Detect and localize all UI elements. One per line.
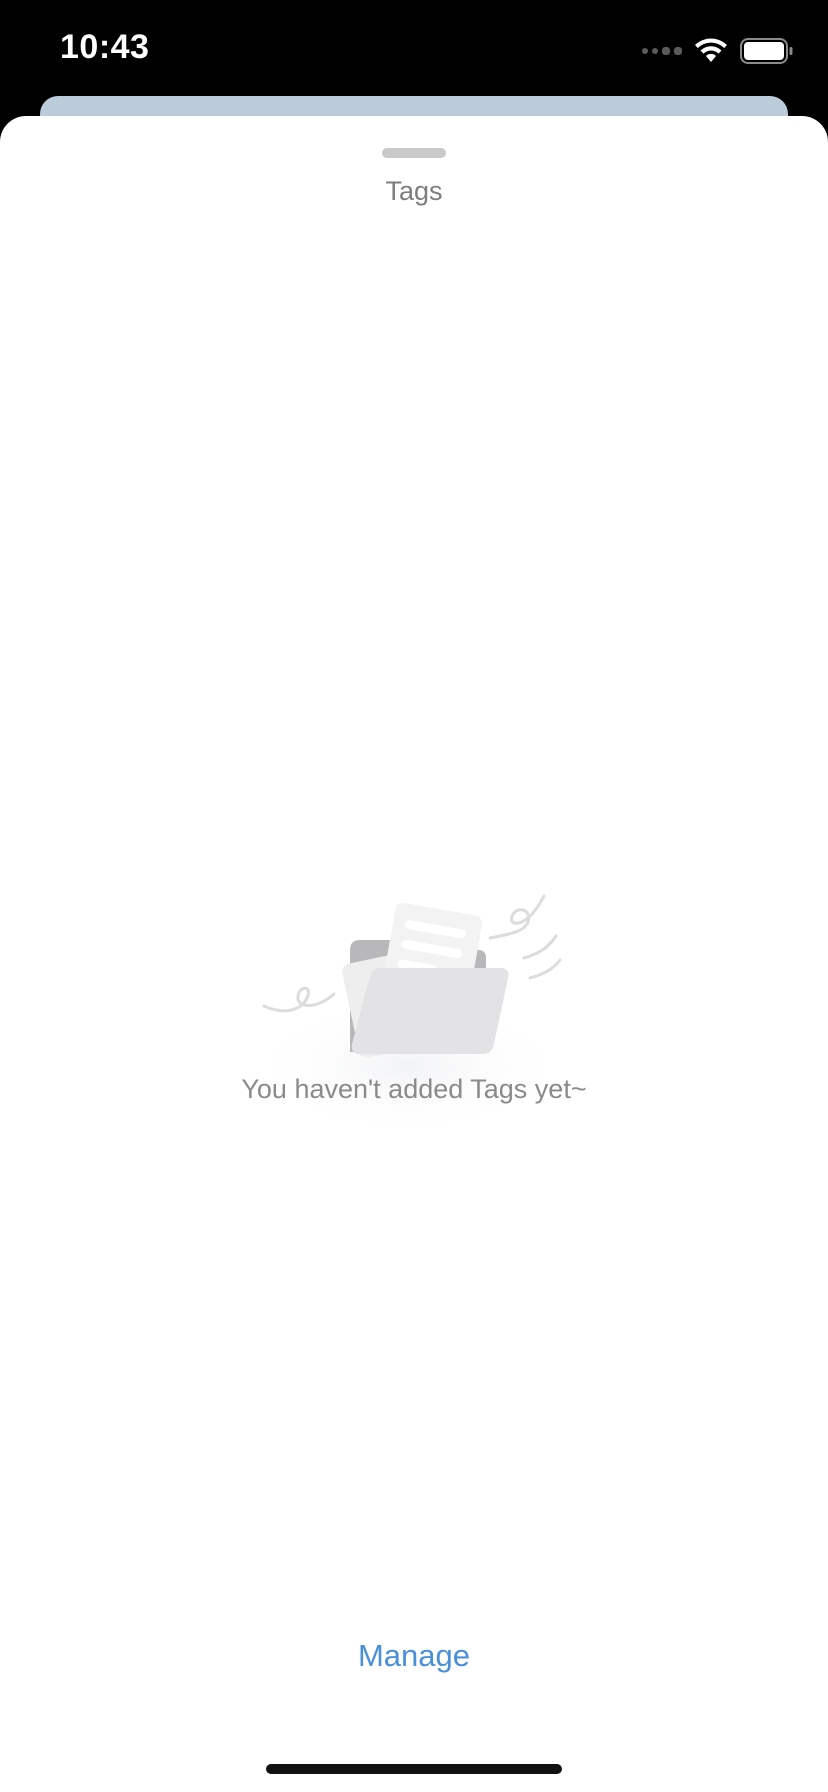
battery-icon [740,38,793,64]
home-indicator[interactable] [266,1764,562,1774]
status-time: 10:43 [60,28,150,66]
status-icons [642,36,794,66]
screen: 10:43 Tags You haven't added Tags yet~ M… [0,0,828,1792]
sheet-grabber-handle[interactable] [382,148,446,158]
tags-bottom-sheet: Tags You haven't added Tags yet~ Manage [0,116,828,1792]
signal-icon [642,47,682,55]
status-bar: 10:43 [0,0,828,96]
empty-state-message: You haven't added Tags yet~ [241,1074,587,1104]
wifi-icon [695,38,727,62]
sheet-title: Tags [385,176,443,206]
manage-button[interactable]: Manage [314,1626,514,1686]
